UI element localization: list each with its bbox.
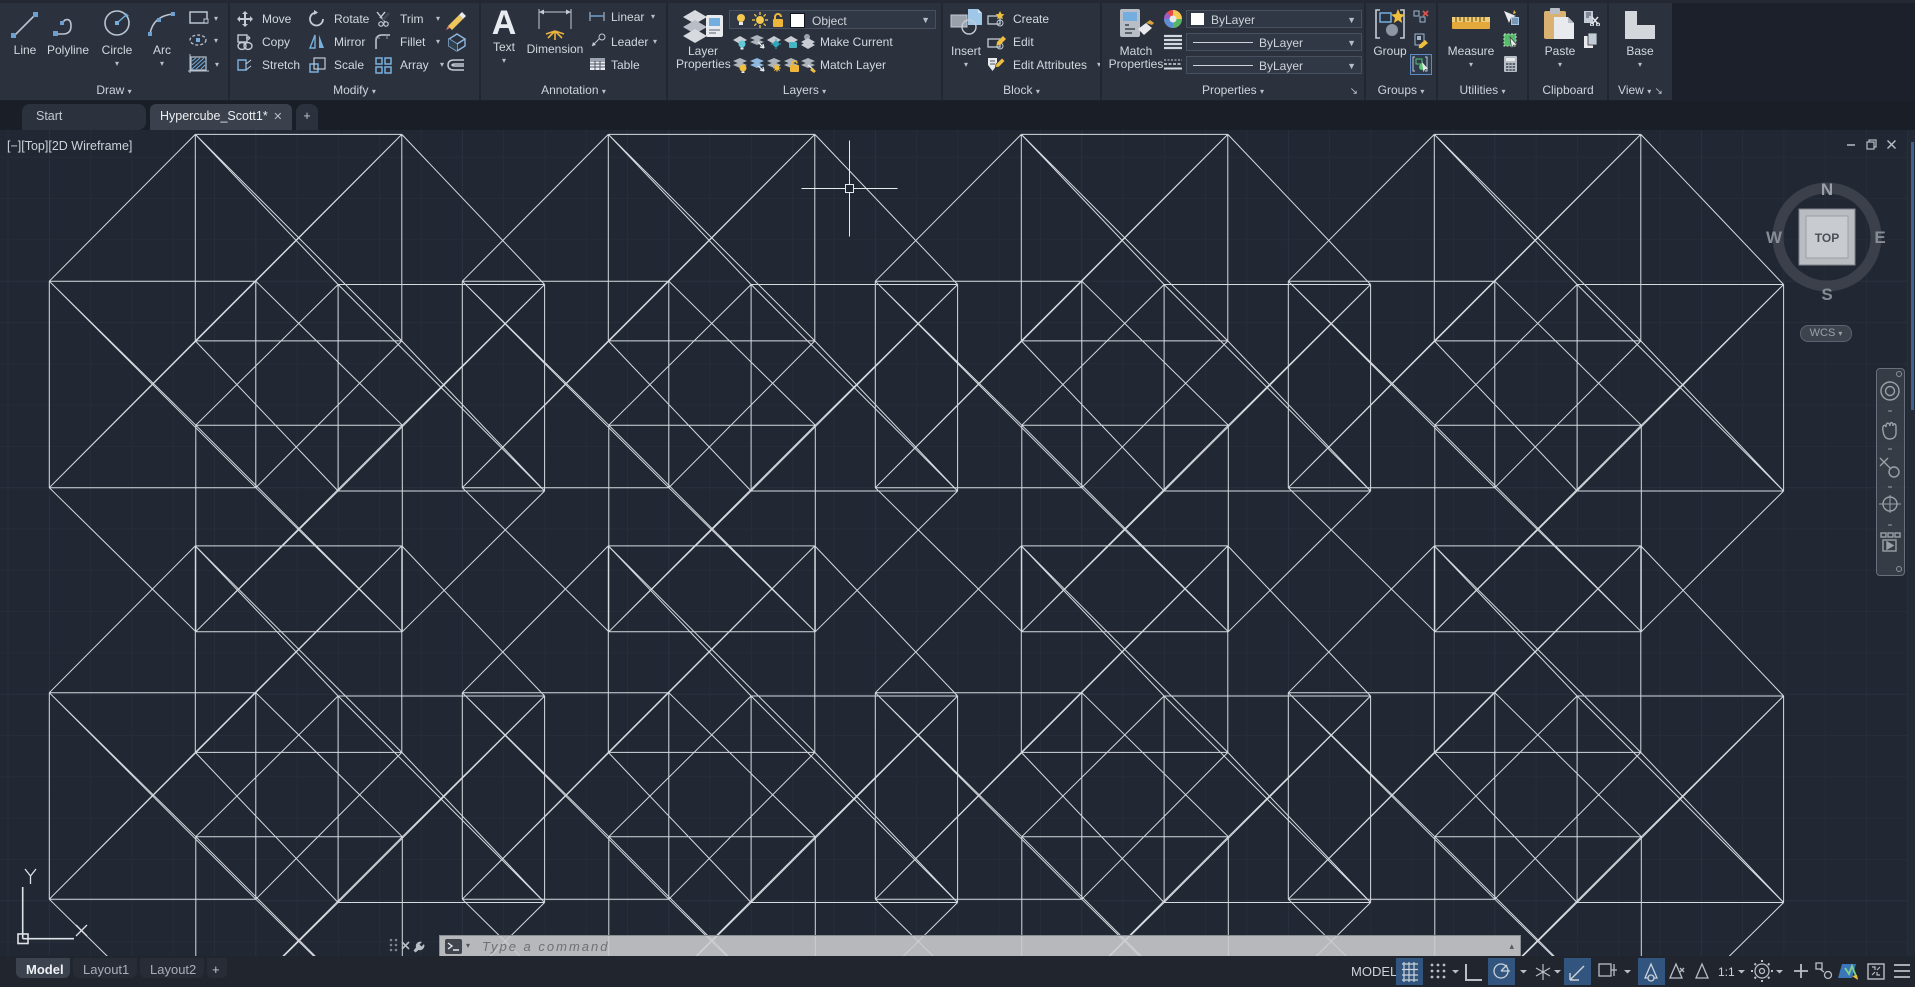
svg-text:TOP: TOP: [1815, 231, 1839, 245]
svg-text:E: E: [1874, 228, 1885, 247]
svg-text:S: S: [1821, 285, 1832, 304]
svg-text:1:1: 1:1: [1718, 965, 1735, 979]
svg-text:N: N: [1821, 180, 1833, 199]
svg-text:W: W: [1766, 228, 1783, 247]
